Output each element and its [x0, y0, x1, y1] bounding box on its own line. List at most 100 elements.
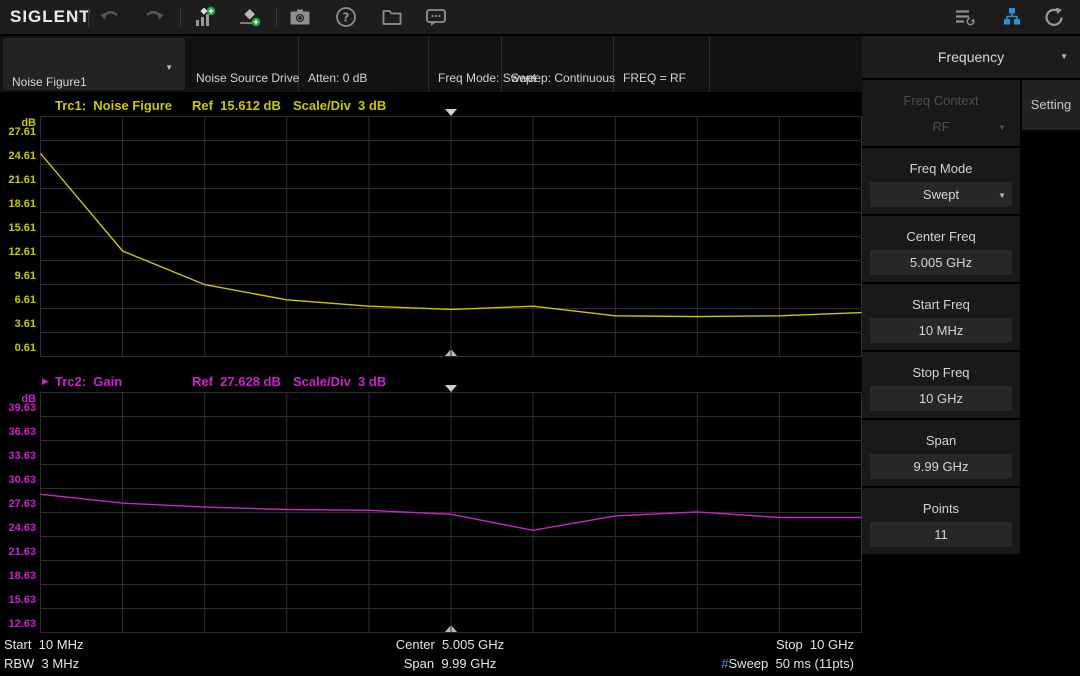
y-axis-tick: 9.61 — [0, 270, 36, 283]
sidebar-menu-title: Frequency — [938, 49, 1004, 65]
y-axis-tick: 18.63 — [0, 570, 36, 583]
chevron-down-icon: ▼ — [165, 60, 173, 75]
add-marker-icon[interactable] — [238, 5, 264, 29]
rbw-readout: RBW 3 MHz — [4, 656, 79, 671]
sidebar-item-value: RF▼ — [870, 114, 1012, 139]
y-axis-tick: 30.63 — [0, 474, 36, 487]
center-freq-marker-top — [445, 109, 457, 116]
sidebar-item-freq-mode[interactable]: Freq ModeSwept▼ — [862, 148, 1020, 214]
freq-enr-cali-cell: FREQ = RF ENR CALI — [614, 36, 710, 92]
help-icon[interactable]: ? — [334, 5, 360, 29]
y-axis-tick: 12.61 — [0, 246, 36, 259]
sweep-time-readout: #Sweep 50 ms (11pts) — [721, 656, 854, 671]
y-axis-tick: 27.63 — [0, 498, 36, 511]
sweep-cell: Sweep: Continuous — [502, 36, 614, 92]
y-axis-tick: 18.61 — [0, 198, 36, 211]
y-axis-tick: 15.63 — [0, 594, 36, 607]
y-axis-tick: 24.61 — [0, 150, 36, 163]
top-toolbar: SIGLENT ? — [0, 0, 1080, 34]
sidebar-menu: Freq ContextRF▼Freq ModeSwept▼Center Fre… — [862, 80, 1020, 556]
graticule-and-trace — [40, 116, 862, 357]
add-trace-icon[interactable] — [192, 5, 218, 29]
freq-rf-value: FREQ = RF — [623, 71, 709, 86]
sidebar-item-value[interactable]: 11 — [870, 522, 1012, 547]
y-axis-tick: 12.63 — [0, 618, 36, 631]
chart-1: Trc1: Noise Figure Ref 15.612 dB Scale/D… — [0, 96, 862, 359]
sidebar-item-label: Stop Freq — [862, 352, 1020, 386]
sidebar-item-stop-freq[interactable]: Stop Freq10 GHz — [862, 352, 1020, 418]
start-freq-readout: Start 10 MHz — [4, 637, 83, 652]
y-axis-tick: 36.63 — [0, 426, 36, 439]
toolbar-separator — [88, 8, 89, 27]
annotation-bar: Start 10 MHz RBW 3 MHz Center 5.005 GHz … — [0, 634, 862, 676]
toolbar-separator — [276, 8, 277, 27]
chevron-down-icon: ▼ — [1060, 36, 1068, 78]
trace1-scale-div: Scale/Div 3 dB — [293, 98, 386, 113]
sidebar-menu-header[interactable]: Frequency ▼ — [862, 36, 1080, 78]
chevron-down-icon: ▼ — [998, 115, 1006, 140]
redo-icon[interactable] — [142, 5, 168, 29]
task-list-icon[interactable] — [952, 5, 978, 29]
trace-selector[interactable]: Noise Figure1 Noise Figure ▼ — [3, 38, 185, 90]
sidebar-item-span[interactable]: Span9.99 GHz — [862, 420, 1020, 486]
sidebar-item-label: Freq Context — [862, 80, 1020, 114]
y-axis-tick: 6.61 — [0, 294, 36, 307]
y-axis-tick: 15.61 — [0, 222, 36, 235]
status-bar-spacer — [710, 36, 862, 92]
noise-source-label: Noise Source Drive — [196, 71, 298, 86]
sidebar-item-value[interactable]: 10 MHz — [870, 318, 1012, 343]
span-readout: Span 9.99 GHz — [280, 656, 620, 671]
sidebar-item-start-freq[interactable]: Start Freq10 MHz — [862, 284, 1020, 350]
camera-icon[interactable] — [288, 5, 314, 29]
stop-freq-readout: Stop 10 GHz — [776, 637, 854, 652]
y-axis-tick: 33.63 — [0, 450, 36, 463]
graticule-and-trace — [40, 392, 862, 633]
tab-setting[interactable]: Setting — [1022, 80, 1080, 130]
freq-mode-value: Freq Mode: Swept — [438, 71, 501, 86]
y-axis-tick: 39.63 — [0, 402, 36, 415]
chevron-down-icon: ▼ — [998, 183, 1006, 208]
siglent-logo: SIGLENT — [10, 7, 91, 27]
trace-selector-line1: Noise Figure1 — [12, 75, 185, 90]
message-icon[interactable] — [424, 5, 450, 29]
atten-value: Atten: 0 dB — [308, 71, 428, 86]
sidebar-item-points[interactable]: Points11 — [862, 488, 1020, 554]
active-trace-icon: ▶ — [42, 376, 49, 387]
sidebar-item-center-freq[interactable]: Center Freq5.005 GHz — [862, 216, 1020, 282]
noise-source-cell: Noise Source Drive Plugged In — [187, 36, 299, 92]
trace1-title: Trc1: Noise Figure — [55, 98, 172, 113]
mode-layout-dut-cell: Freq Mode: Swept Layout: Graph DUT:Ampli… — [429, 36, 502, 92]
sidebar-item-label: Points — [862, 488, 1020, 522]
y-axis-tick: 0.61 — [0, 342, 36, 355]
sidebar-item-value[interactable]: 10 GHz — [870, 386, 1012, 411]
undo-icon[interactable] — [98, 5, 124, 29]
atten-preamp-cell: Atten: 0 dB Preamp: On — [299, 36, 429, 92]
trace2-ref-level: Ref 27.628 dB — [192, 374, 281, 389]
network-icon[interactable] — [1000, 5, 1026, 29]
sidebar-item-label: Freq Mode — [862, 148, 1020, 182]
tab-setting-label: Setting — [1031, 97, 1071, 112]
center-freq-marker-top — [445, 385, 457, 392]
sidebar-item-freq-context: Freq ContextRF▼ — [862, 80, 1020, 146]
sidebar-item-value[interactable]: 9.99 GHz — [870, 454, 1012, 479]
chart-2: ▶ Trc2: Gain Ref 27.628 dB Scale/Div 3 d… — [0, 372, 862, 635]
trace2-title: Trc2: Gain — [55, 374, 122, 389]
y-axis-tick: 3.61 — [0, 318, 36, 331]
y-axis-tick: 21.63 — [0, 546, 36, 559]
y-axis-tick: 27.61 — [0, 126, 36, 139]
trace1-ref-level: Ref 15.612 dB — [192, 98, 281, 113]
sweep-mode-value: Sweep: Continuous — [511, 71, 613, 86]
sidebar-item-value[interactable]: Swept▼ — [870, 182, 1012, 207]
history-icon[interactable] — [1042, 5, 1068, 29]
sweep-hash-flag: # — [721, 656, 728, 671]
y-axis-tick: 21.61 — [0, 174, 36, 187]
file-icon[interactable] — [380, 5, 406, 29]
y-axis-tick: 24.63 — [0, 522, 36, 535]
sidebar-item-label: Center Freq — [862, 216, 1020, 250]
sidebar-item-value[interactable]: 5.005 GHz — [870, 250, 1012, 275]
sidebar-item-label: Span — [862, 420, 1020, 454]
toolbar-separator — [180, 8, 181, 27]
status-bar: Noise Figure1 Noise Figure ▼ Noise Sourc… — [0, 36, 862, 92]
sidebar-item-label: Start Freq — [862, 284, 1020, 318]
svg-text:?: ? — [343, 11, 350, 25]
